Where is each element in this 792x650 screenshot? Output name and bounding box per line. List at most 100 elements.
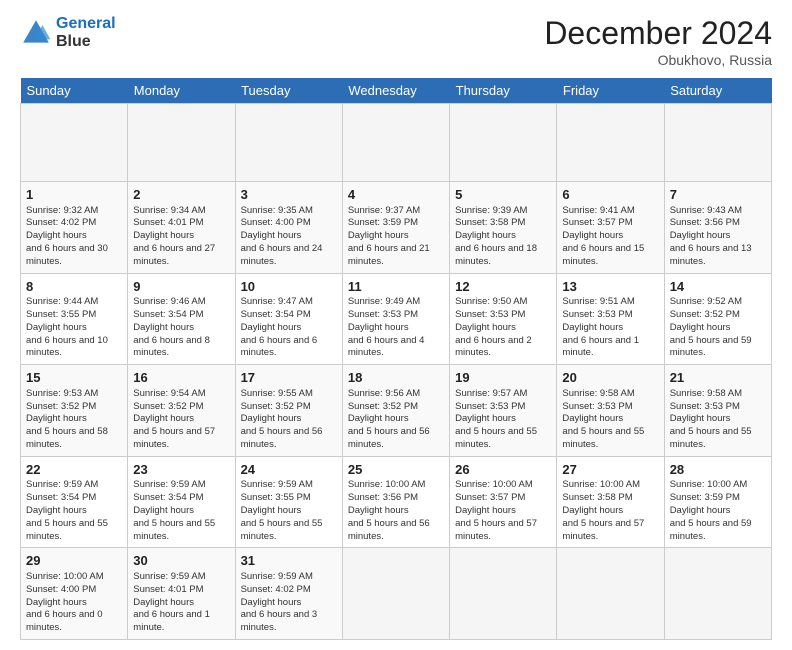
daylight-label: Daylight hours <box>670 413 731 424</box>
day-number: 27 <box>562 461 658 479</box>
col-header-friday: Friday <box>557 78 664 104</box>
sunset: Sunset: 3:53 PM <box>562 309 632 320</box>
sunset: Sunset: 3:54 PM <box>133 309 203 320</box>
calendar-cell: 22Sunrise: 9:59 AMSunset: 3:54 PMDayligh… <box>21 456 128 548</box>
daylight-label: Daylight hours <box>562 322 623 333</box>
col-header-saturday: Saturday <box>664 78 771 104</box>
calendar-cell <box>450 104 557 182</box>
sunset: Sunset: 3:53 PM <box>348 309 418 320</box>
day-number: 5 <box>455 186 551 204</box>
week-row-4: 22Sunrise: 9:59 AMSunset: 3:54 PMDayligh… <box>21 456 772 548</box>
day-number: 25 <box>348 461 444 479</box>
daylight-label: Daylight hours <box>26 322 87 333</box>
calendar-cell: 27Sunrise: 10:00 AMSunset: 3:58 PMDaylig… <box>557 456 664 548</box>
day-number: 11 <box>348 278 444 296</box>
daylight-label: Daylight hours <box>455 413 516 424</box>
week-row-3: 15Sunrise: 9:53 AMSunset: 3:52 PMDayligh… <box>21 365 772 457</box>
calendar-cell: 10Sunrise: 9:47 AMSunset: 3:54 PMDayligh… <box>235 273 342 365</box>
day-number: 21 <box>670 369 766 387</box>
daylight-label: Daylight hours <box>241 413 302 424</box>
calendar-cell: 29Sunrise: 10:00 AMSunset: 4:00 PMDaylig… <box>21 548 128 640</box>
calendar-cell <box>342 104 449 182</box>
calendar-cell: 3Sunrise: 9:35 AMSunset: 4:00 PM Daylight… <box>235 182 342 274</box>
sunrise: Sunrise: 9:41 AM <box>562 205 634 216</box>
day-number: 3 <box>241 186 337 204</box>
calendar-cell: 21Sunrise: 9:58 AMSunset: 3:53 PMDayligh… <box>664 365 771 457</box>
calendar-cell: 11Sunrise: 9:49 AMSunset: 3:53 PMDayligh… <box>342 273 449 365</box>
daylight-label: Daylight hours <box>26 597 87 608</box>
daylight-value: and 5 hours and 56 minutes. <box>241 426 323 450</box>
day-number: 29 <box>26 552 122 570</box>
week-row-2: 8Sunrise: 9:44 AMSunset: 3:55 PMDaylight… <box>21 273 772 365</box>
sunset: Sunset: 3:52 PM <box>133 401 203 412</box>
day-number: 7 <box>670 186 766 204</box>
daylight-value: and 5 hours and 57 minutes. <box>133 426 215 450</box>
calendar-cell: 1Sunrise: 9:32 AMSunset: 4:02 PMDaylight… <box>21 182 128 274</box>
daylight-value: and 6 hours and 2 minutes. <box>455 335 532 359</box>
sunset: Sunset: 3:53 PM <box>455 309 525 320</box>
sunrise: Sunrise: 10:00 AM <box>562 479 640 490</box>
sunrise: Sunrise: 9:55 AM <box>241 388 313 399</box>
daylight-label: Daylight hours <box>348 413 409 424</box>
sunset: Sunset: 3:52 PM <box>670 309 740 320</box>
location: Obukhovo, Russia <box>544 52 772 68</box>
sunrise: Sunrise: 9:47 AM <box>241 296 313 307</box>
sunset: Sunset: 3:53 PM <box>562 401 632 412</box>
col-header-monday: Monday <box>128 78 235 104</box>
sunset: Sunset: 3:54 PM <box>241 309 311 320</box>
sunset: Sunset: 3:59 PM <box>670 492 740 503</box>
daylight-value: and 6 hours and 4 minutes. <box>348 335 425 359</box>
week-row-0 <box>21 104 772 182</box>
daylight-value: and 5 hours and 55 minutes. <box>241 518 323 542</box>
day-number: 8 <box>26 278 122 296</box>
daylight-value: and 6 hours and 15 minutes. <box>562 243 644 267</box>
day-number: 12 <box>455 278 551 296</box>
daylight-label: Daylight hours <box>241 230 302 241</box>
day-number: 13 <box>562 278 658 296</box>
sunrise: Sunrise: 9:34 AM <box>133 205 205 216</box>
daylight-label: Daylight hours <box>670 505 731 516</box>
daylight-label: Daylight hours <box>26 230 87 241</box>
day-number: 30 <box>133 552 229 570</box>
daylight-value: and 5 hours and 55 minutes. <box>455 426 537 450</box>
sunrise: Sunrise: 9:49 AM <box>348 296 420 307</box>
sunset: Sunset: 3:52 PM <box>348 401 418 412</box>
col-header-thursday: Thursday <box>450 78 557 104</box>
day-number: 14 <box>670 278 766 296</box>
daylight-value: and 5 hours and 57 minutes. <box>562 518 644 542</box>
daylight-label: Daylight hours <box>455 230 516 241</box>
daylight-label: Daylight hours <box>26 505 87 516</box>
calendar-cell: 30Sunrise: 9:59 AMSunset: 4:01 PMDayligh… <box>128 548 235 640</box>
calendar-cell: 7Sunrise: 9:43 AMSunset: 3:56 PMDaylight… <box>664 182 771 274</box>
calendar-cell: 28Sunrise: 10:00 AMSunset: 3:59 PMDaylig… <box>664 456 771 548</box>
week-row-1: 1Sunrise: 9:32 AMSunset: 4:02 PMDaylight… <box>21 182 772 274</box>
daylight-label: Daylight hours <box>562 413 623 424</box>
day-number: 19 <box>455 369 551 387</box>
day-number: 31 <box>241 552 337 570</box>
calendar-cell: 17Sunrise: 9:55 AMSunset: 3:52 PMDayligh… <box>235 365 342 457</box>
sunrise: Sunrise: 9:52 AM <box>670 296 742 307</box>
daylight-value: and 6 hours and 18 minutes. <box>455 243 537 267</box>
daylight-label: Daylight hours <box>562 505 623 516</box>
sunrise: Sunrise: 9:59 AM <box>133 571 205 582</box>
sunset: Sunset: 3:57 PM <box>455 492 525 503</box>
day-number: 18 <box>348 369 444 387</box>
daylight-value: and 6 hours and 3 minutes. <box>241 609 318 633</box>
daylight-value: and 5 hours and 57 minutes. <box>455 518 537 542</box>
sunrise: Sunrise: 9:35 AM <box>241 205 313 216</box>
calendar-cell: 5Sunrise: 9:39 AMSunset: 3:58 PMDaylight… <box>450 182 557 274</box>
day-number: 4 <box>348 186 444 204</box>
header: General Blue December 2024 Obukhovo, Rus… <box>20 15 772 68</box>
daylight-value: and 6 hours and 27 minutes. <box>133 243 215 267</box>
sunset: Sunset: 3:52 PM <box>26 401 96 412</box>
sunset: Sunset: 4:00 PM <box>241 217 311 228</box>
day-number: 24 <box>241 461 337 479</box>
calendar-cell: 15Sunrise: 9:53 AMSunset: 3:52 PMDayligh… <box>21 365 128 457</box>
day-number: 16 <box>133 369 229 387</box>
sunset: Sunset: 3:58 PM <box>455 217 525 228</box>
daylight-value: and 5 hours and 59 minutes. <box>670 518 752 542</box>
day-number: 2 <box>133 186 229 204</box>
sunrise: Sunrise: 9:44 AM <box>26 296 98 307</box>
calendar-cell <box>664 104 771 182</box>
calendar-cell: 24Sunrise: 9:59 AMSunset: 3:55 PMDayligh… <box>235 456 342 548</box>
